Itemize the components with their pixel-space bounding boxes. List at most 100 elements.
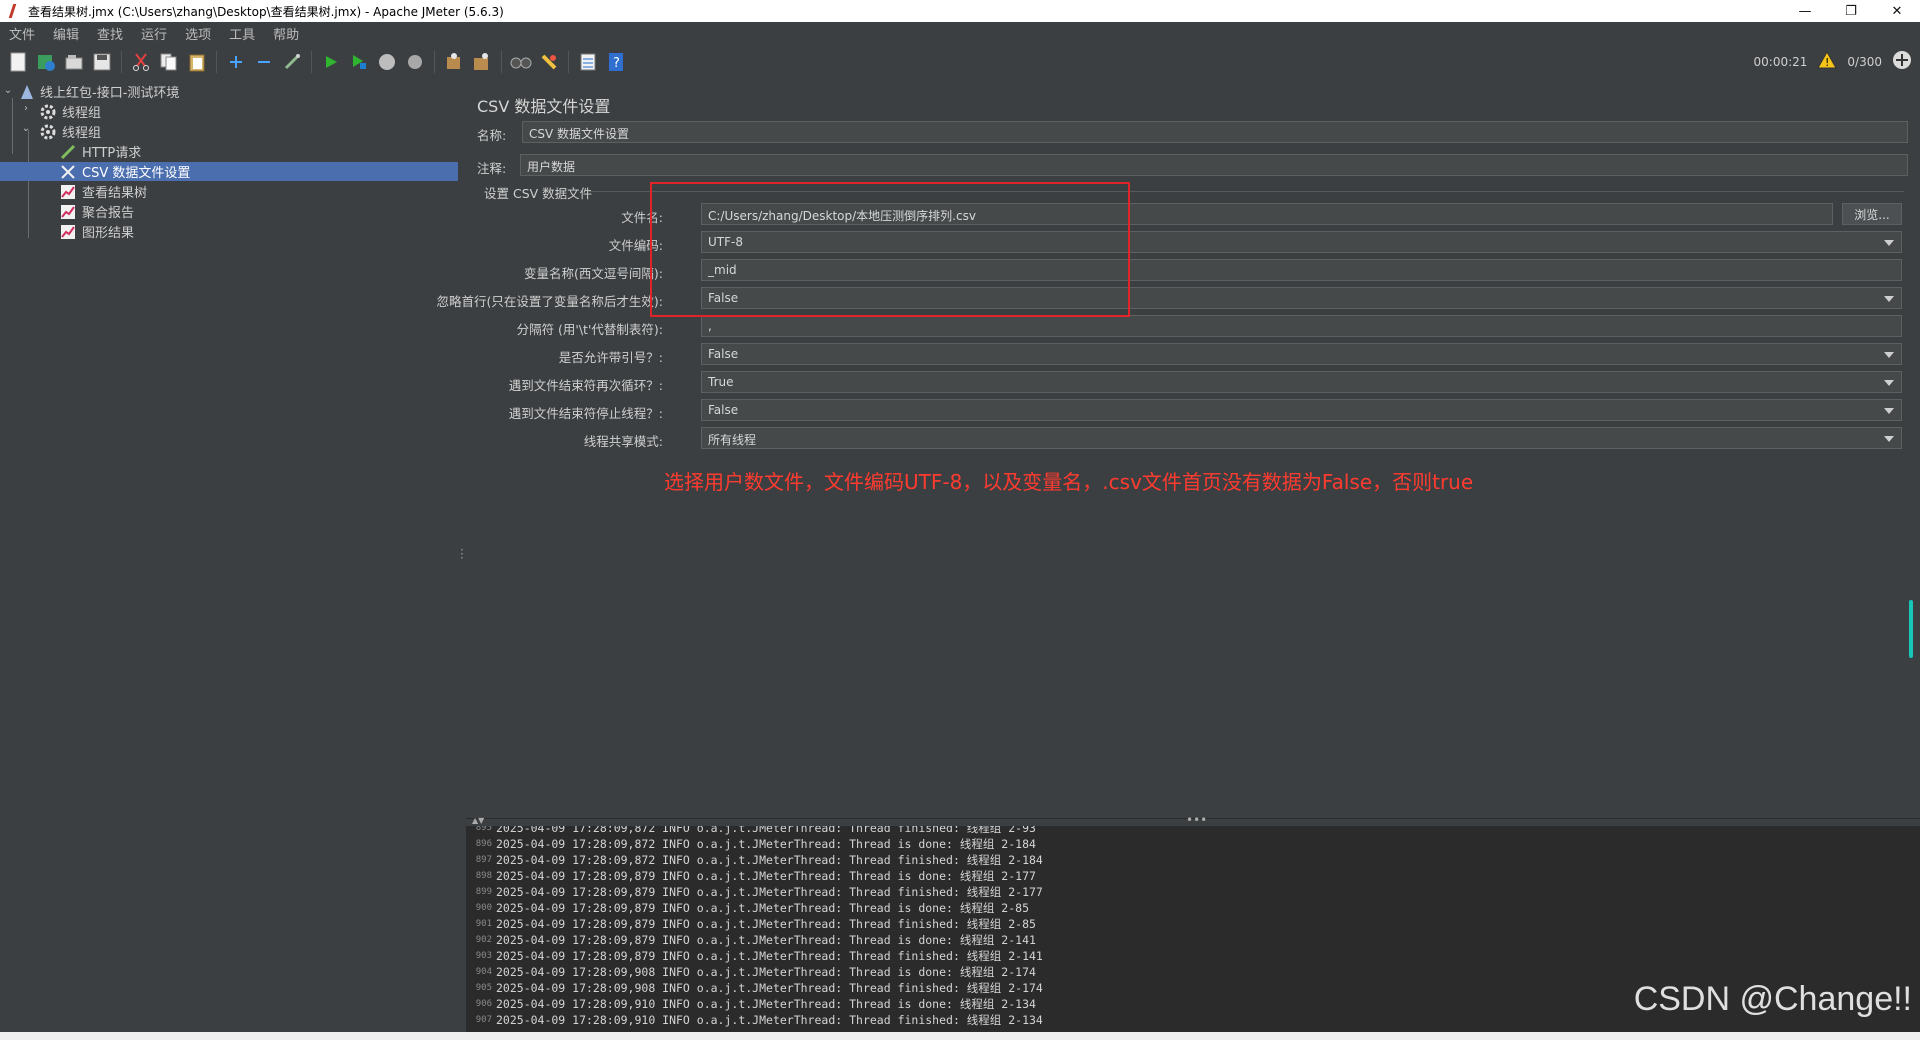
remote-hosts-icon[interactable] [1892,50,1912,73]
tree-item-test-plan[interactable]: 线上红包-接口-测试环境 [20,82,179,101]
stop-thread-eof-select[interactable]: False [701,399,1902,421]
tree-item-label: 线程组 [62,106,102,121]
chevron-right-icon[interactable]: › [20,102,32,114]
tree-item-label: 聚合报告 [82,206,135,221]
split-arrows-icon[interactable]: ▲▼ [472,816,484,825]
tree-item-aggregate-report[interactable]: 聚合报告 [60,202,134,221]
collapse-icon[interactable] [252,50,276,74]
menu-tools[interactable]: 工具 [220,24,264,43]
open-icon[interactable] [62,50,86,74]
clear-icon[interactable] [442,50,466,74]
log-line: 904 2025-04-09 17:28:09,908 INFO o.a.j.t.… [475,965,1036,979]
splitter-handle-icon[interactable]: · · · [460,544,464,564]
toolbar-separator [311,51,312,73]
test-plan-icon [21,84,33,99]
delimiter-field[interactable]: , [701,315,1902,337]
name-field[interactable]: CSV 数据文件设置 [522,121,1908,143]
chevron-down-icon[interactable]: ⌄ [20,122,32,134]
tree-item-thread-group-2[interactable]: 线程组 [40,122,101,141]
menu-run[interactable]: 运行 [132,24,176,43]
start-no-pause-icon[interactable] [347,50,371,74]
toggle-icon[interactable] [280,50,304,74]
chevron-down-icon [1884,408,1894,414]
log-line: 896 2025-04-09 17:28:09,872 INFO o.a.j.t.… [475,837,1036,851]
tree-item-label: 线上红包-接口-测试环境 [40,86,180,101]
log-line: 906 2025-04-09 17:28:09,910 INFO o.a.j.t.… [475,997,1036,1011]
menu-options[interactable]: 选项 [176,24,220,43]
tree-item-label: CSV 数据文件设置 [82,166,191,181]
chevron-down-icon [1884,296,1894,302]
expand-icon[interactable] [224,50,248,74]
log-line: 903 2025-04-09 17:28:09,879 INFO o.a.j.t.… [475,949,1043,963]
tree-item-label: HTTP请求 [82,146,142,161]
copy-icon[interactable] [157,50,181,74]
templates-icon[interactable] [34,50,58,74]
new-icon[interactable] [6,50,30,74]
log-line: 905 2025-04-09 17:28:09,908 INFO o.a.j.t.… [475,981,1043,995]
minimize-button[interactable]: — [1782,0,1828,22]
tree-item-graph-results[interactable]: 图形结果 [60,222,134,241]
log-line: 907 2025-04-09 17:28:09,910 INFO o.a.j.t.… [475,1013,1043,1027]
thread-count: 0/300 [1847,54,1882,69]
toolbar: ? 00:00:21 ! 0/300 [0,44,1920,81]
toolbar-separator [568,51,569,73]
run-status: 00:00:21 ! 0/300 [1754,50,1913,73]
menu-search[interactable]: 查找 [88,24,132,43]
toolbar-separator [434,51,435,73]
window-controls: — ❐ ✕ [1782,0,1920,22]
help-icon[interactable]: ? [604,50,628,74]
tree-line [28,130,29,238]
log-line: 900 2025-04-09 17:28:09,879 INFO o.a.j.t.… [475,901,1029,915]
listener-icon [61,184,75,199]
stop-icon[interactable] [375,50,399,74]
shutdown-icon[interactable] [403,50,427,74]
comment-label: 注释: [477,161,507,176]
tree-item-view-results-tree[interactable]: 查看结果树 [60,182,147,201]
group-title: 设置 CSV 数据文件 [484,186,593,201]
close-button[interactable]: ✕ [1874,0,1920,22]
splitter-handle-icon[interactable]: ••• [1186,813,1207,827]
menu-help[interactable]: 帮助 [264,24,308,43]
sharing-mode-label: 线程共享模式: [583,434,663,449]
toolbar-separator [216,51,217,73]
sharing-mode-select[interactable]: 所有线程 [701,427,1902,449]
http-sampler-icon [60,144,76,159]
recycle-eof-value: True [708,375,734,389]
page-title: CSV 数据文件设置 [477,97,611,116]
varnames-label: 变量名称(西文逗号间隔): [524,266,663,281]
quoted-data-select[interactable]: False [701,343,1902,365]
tree-item-csv-data-set[interactable]: CSV 数据文件设置 [0,162,458,181]
warning-icon[interactable]: ! [1817,50,1838,72]
scroll-indicator[interactable] [1909,600,1913,658]
browse-button[interactable]: 浏览... [1842,203,1902,225]
tree-item-label: 图形结果 [82,226,135,241]
menu-edit[interactable]: 编辑 [44,24,88,43]
reset-search-icon[interactable] [537,50,561,74]
clear-all-icon[interactable] [470,50,494,74]
elapsed-timer: 00:00:21 [1753,54,1808,69]
ignore-first-line-label: 忽略首行(只在设置了变量名称后才生效): [436,294,663,309]
stop-thread-eof-label: 遇到文件结束符停止线程？: [508,406,663,421]
tree-item-http-request[interactable]: HTTP请求 [60,142,141,161]
start-icon[interactable] [319,50,343,74]
jmeter-feather-icon [6,4,20,18]
comment-field[interactable]: 用户数据 [520,154,1908,176]
restore-button[interactable]: ❐ [1828,0,1874,22]
log-line: 902 2025-04-09 17:28:09,879 INFO o.a.j.t.… [475,933,1036,947]
recycle-eof-select[interactable]: True [701,371,1902,393]
menu-file[interactable]: 文件 [0,24,44,43]
name-label: 名称: [477,128,507,143]
search-icon[interactable] [509,50,533,74]
stop-thread-eof-value: False [708,403,739,417]
save-icon[interactable] [90,50,114,74]
chevron-down-icon[interactable]: ⌄ [2,84,14,96]
paste-icon[interactable] [185,50,209,74]
function-helper-icon[interactable] [576,50,600,74]
test-plan-tree: ⌄ 线上红包-接口-测试环境 › 线程组 ⌄ 线程组 HTTP请求 CSV 数据… [0,80,458,1036]
toolbar-separator [121,51,122,73]
tree-item-thread-group-1[interactable]: 线程组 [40,102,101,121]
chevron-down-icon [1884,436,1894,442]
tree-item-label: 查看结果树 [82,186,148,201]
cut-icon[interactable] [129,50,153,74]
quoted-data-label: 是否允许带引号？: [558,350,663,365]
